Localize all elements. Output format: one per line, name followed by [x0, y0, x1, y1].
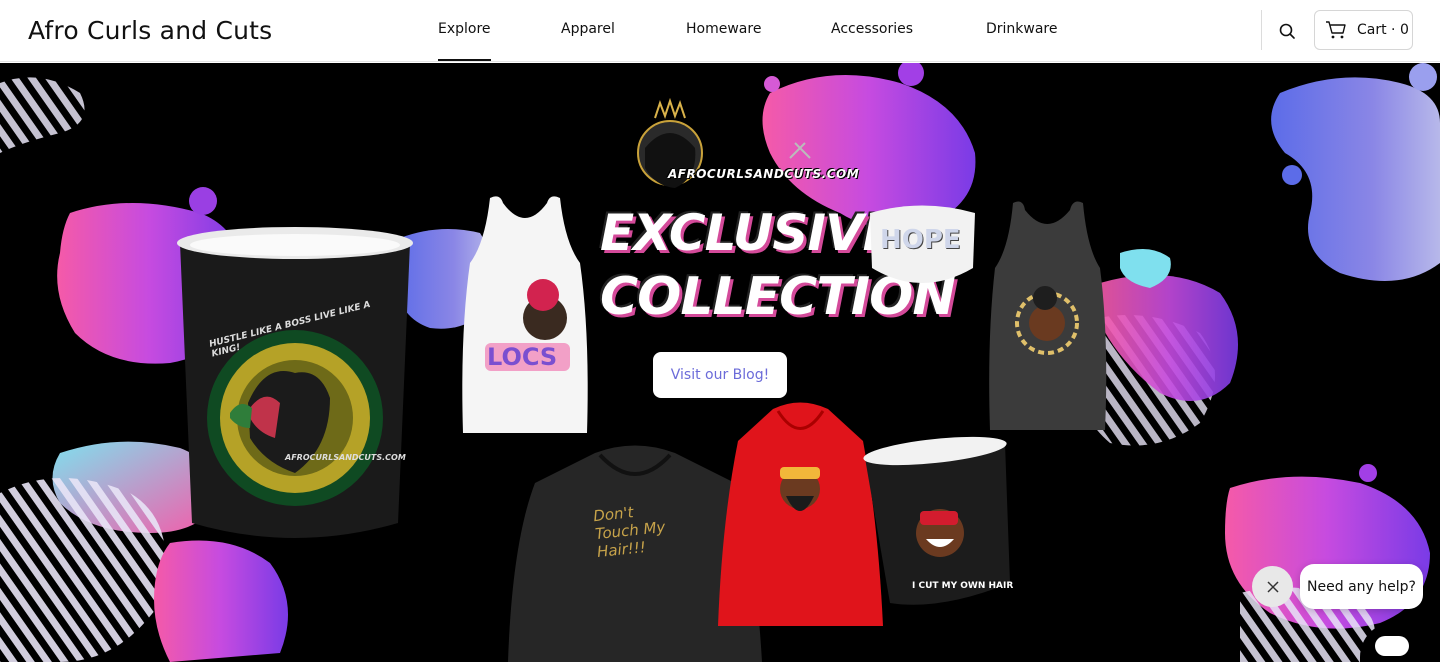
close-icon: [1266, 580, 1279, 593]
cart-button[interactable]: Cart · 0: [1314, 10, 1413, 50]
nav-homeware[interactable]: Homeware: [686, 21, 761, 37]
nav-drinkware[interactable]: Drinkware: [986, 21, 1058, 37]
headline-line-2: COLLECTION: [600, 267, 956, 327]
chat-icon: [1375, 636, 1409, 656]
hoodie-print-text: Don't Touch My Hair!!!: [592, 503, 667, 562]
product-dark-tank[interactable]: [985, 198, 1110, 433]
small-mug-print-text: I CUT MY OWN HAIR: [912, 581, 1014, 591]
nav-apparel[interactable]: Apparel: [561, 21, 615, 37]
product-white-tank[interactable]: LOCS: [455, 193, 595, 438]
cart-label: Cart · 0: [1357, 22, 1409, 38]
chat-help-bubble[interactable]: Need any help?: [1300, 564, 1423, 609]
mask-print-text: HOPE: [880, 225, 961, 255]
tank-print-text: LOCS: [487, 343, 558, 371]
brand-name[interactable]: Afro Curls and Cuts: [28, 16, 272, 45]
search-button[interactable]: [1276, 20, 1298, 42]
product-red-hoodie[interactable]: [718, 401, 883, 626]
visit-blog-button[interactable]: Visit our Blog!: [653, 352, 787, 398]
hero-banner: AFROCURLSANDCUTS.COM EXCLUSIVE COLLECTIO…: [0, 63, 1440, 662]
nav-accessories[interactable]: Accessories: [831, 21, 913, 37]
product-mug-large[interactable]: HUSTLE LIKE A BOSS LIVE LIKE A KING! AFR…: [170, 223, 420, 548]
hero-headline: EXCLUSIVE COLLECTION: [600, 201, 956, 329]
header-divider: [1261, 10, 1262, 50]
hero-logo-text: AFROCURLSANDCUTS.COM: [668, 167, 860, 181]
headline-line-1: EXCLUSIVE: [600, 204, 897, 262]
cart-icon: [1326, 21, 1346, 39]
chat-close-button[interactable]: [1252, 566, 1293, 607]
search-icon: [1279, 23, 1295, 39]
site-header: Afro Curls and Cuts Explore Apparel Home…: [0, 0, 1440, 62]
nav-explore[interactable]: Explore: [438, 21, 491, 61]
product-mug-small[interactable]: I CUT MY OWN HAIR: [860, 433, 1015, 608]
mug-brand: AFROCURLSANDCUTS.COM: [285, 453, 406, 462]
product-mask[interactable]: HOPE: [865, 203, 980, 291]
